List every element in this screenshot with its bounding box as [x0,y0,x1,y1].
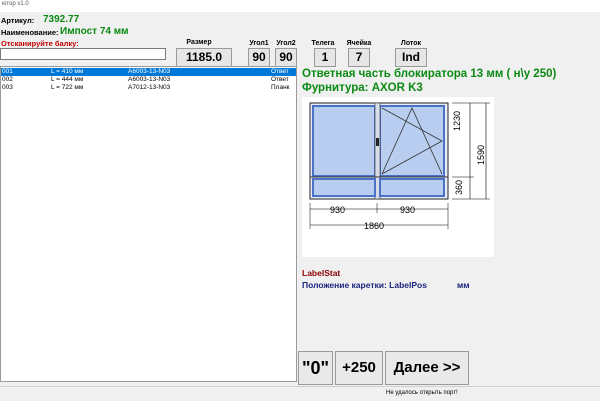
size-header: Размер [186,39,212,46]
dim-width-left: 930 [330,205,346,215]
carriage-position-unit: мм [457,280,470,290]
name-value: Импост 74 мм [60,26,129,37]
list-item-type: Планк [271,84,290,91]
dim-height-top: 1230 [452,110,462,131]
list-item-length: L = 410 мм [51,68,84,75]
article-label: Артикул: [1,16,35,25]
angle2-header: Угол2 [276,40,296,47]
cell-value: 7 [348,48,370,67]
tray-header: Лоток [400,40,422,47]
list-item-id: 003 [2,84,13,91]
parts-list[interactable]: 001 L = 410 мм A6003-13-N03 Ответ 002 L … [0,66,297,382]
angle1-value: 90 [248,48,270,67]
cart-value: 1 [314,48,336,67]
list-item[interactable]: 002 L = 444 мм A6003-13-N03 Ответ [1,76,296,84]
article-value: 7392.77 [43,14,80,25]
dim-total-width: 1860 [364,221,385,231]
plus-250-button[interactable]: +250 [335,351,383,385]
list-item-type: Ответ [271,68,289,75]
next-button[interactable]: Далее >> [385,351,469,385]
window-title: ютор v1.0 [2,1,29,7]
detail-title: Ответная часть блокиратора 13 мм ( н\у 2… [302,68,557,80]
list-item-length: L = 722 мм [51,84,84,91]
status-bar: Не удалось открыть порт! [0,386,600,401]
dim-width-right: 930 [400,205,416,215]
status-message: Не удалось открыть порт! [386,390,458,396]
carriage-position-label: Положение каретки: LabelPos [302,280,427,290]
dim-total-height: 1590 [476,144,486,165]
cart-header: Телега [311,40,335,47]
list-item-id: 001 [2,68,13,75]
list-item[interactable]: 001 L = 410 мм A6003-13-N03 Ответ [1,68,296,76]
angle1-header: Угол1 [249,40,269,47]
window-drawing: 930 930 1860 1230 360 1590 [302,97,494,257]
scan-prompt: Отсканируйте балку: [1,39,79,48]
cell-header: Ячейка [346,40,372,47]
list-item-type: Ответ [271,76,289,83]
size-value: 1185.0 [176,48,232,67]
angle2-value: 90 [275,48,297,67]
list-item-id: 002 [2,76,13,83]
list-item-code: A6003-13-N03 [128,68,171,75]
list-item-code: A7012-13-N03 [128,84,171,91]
name-label: Наименование: [1,28,59,37]
list-item-code: A6003-13-N03 [128,76,171,83]
dim-height-bottom: 360 [454,179,464,195]
hardware-label: Фурнитура: AXOR K3 [302,82,423,94]
label-stat: LabelStat [302,268,341,278]
scan-input[interactable] [0,48,166,60]
list-item-length: L = 444 мм [51,76,84,83]
title-bar: ютор v1.0 [0,0,600,12]
zero-button[interactable]: "0" [298,351,333,385]
list-item[interactable]: 003 L = 722 мм A7012-13-N03 Планк [1,84,296,92]
tray-value: Ind [395,48,427,67]
window-drawing-svg [309,102,490,229]
